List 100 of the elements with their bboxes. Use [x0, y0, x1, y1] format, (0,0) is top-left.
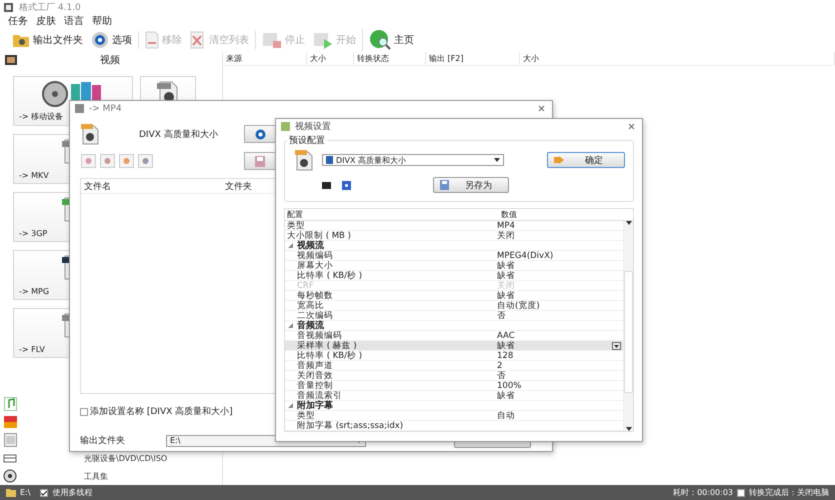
close-icon — [628, 123, 635, 130]
toolbar-button[interactable]: 选项 — [89, 31, 134, 49]
checkbox[interactable] — [80, 408, 88, 416]
menu-item[interactable]: 皮肤 — [36, 14, 56, 28]
column-header[interactable]: 来源 — [223, 52, 307, 65]
property-name: 视频编码 — [296, 250, 334, 260]
property-row[interactable]: 宽高比 自动(宽度) — [285, 301, 623, 311]
property-name: 类型 — [296, 410, 315, 420]
property-row[interactable]: 视频流 — [285, 241, 623, 251]
app-icon — [4, 2, 13, 12]
film-reel-icon — [3, 469, 17, 483]
property-value: 缺省 — [497, 340, 515, 350]
music-note-icon — [4, 397, 16, 411]
property-row[interactable]: 附加字幕 (srt;ass;ssa;idx) — [285, 421, 623, 431]
checkbox-label: 使用多线程 — [52, 487, 92, 498]
toolbar-button[interactable]: 主页 — [367, 29, 416, 51]
elapsed-time: 耗时：00:00:03 — [673, 487, 733, 498]
caret-icon — [626, 427, 632, 431]
property-value: 2 — [497, 360, 502, 370]
tile-label: -> MKV — [19, 171, 49, 180]
small-tool-icon[interactable] — [100, 154, 115, 168]
column-header[interactable]: 大小 — [307, 52, 354, 65]
property-name: 采样率 ( 赫兹 ) — [296, 340, 358, 350]
dialog-title: 视频设置 — [295, 120, 331, 133]
image-icon — [4, 415, 16, 429]
category-label[interactable]: 光驱设备\DVD\CD\ISO — [84, 452, 168, 464]
property-row[interactable]: 比特率 ( KB/秒 ) 缺省 — [285, 271, 623, 281]
property-name: 音视频编码 — [296, 330, 343, 340]
small-tool-icon[interactable] — [81, 154, 96, 168]
category-label[interactable]: 工具集 — [84, 470, 108, 482]
caret-icon — [494, 158, 500, 162]
property-row[interactable]: 类型 MP4 — [285, 221, 623, 231]
property-name: 视频流 — [297, 240, 325, 250]
scrollbar[interactable] — [623, 221, 633, 431]
preset-name: DIVX 高质量和大小 — [139, 128, 219, 140]
close-button[interactable] — [536, 105, 547, 112]
preset-dropdown[interactable]: DIVX 高质量和大小 — [322, 154, 504, 166]
small-tool-icon[interactable] — [138, 154, 153, 168]
close-icon — [538, 105, 545, 112]
tile-label: -> MPG — [19, 287, 50, 296]
document-icon — [4, 433, 16, 447]
property-name: 音频流 — [297, 320, 325, 330]
checkbox[interactable] — [40, 488, 48, 496]
field-label: 输出文件夹 — [80, 434, 126, 447]
expand-arrow-icon[interactable] — [288, 403, 293, 408]
options-button[interactable] — [244, 125, 276, 143]
property-name: 音频声道 — [296, 360, 334, 370]
property-row[interactable]: 比特率 ( KB/秒 ) 128 — [285, 351, 623, 361]
property-row[interactable]: 附加字幕 — [285, 401, 623, 411]
ok-button[interactable]: 确定 — [547, 152, 625, 168]
checkbox-label: 添加设置名称 [DIVX 高质量和大小] — [90, 406, 233, 418]
help-icon[interactable] — [342, 180, 351, 190]
property-row[interactable]: 关闭音效 否 — [285, 371, 623, 381]
menu-item[interactable]: 语言 — [64, 14, 84, 28]
column-header: 配置 — [286, 209, 304, 220]
column-header[interactable]: 文件名 — [81, 179, 222, 193]
property-name: CRF — [296, 280, 315, 290]
toolbar-button[interactable]: 输出文件夹 — [10, 32, 85, 48]
property-row[interactable]: 音频流索引 缺省 — [285, 391, 623, 401]
menu-item[interactable]: 任务 — [8, 14, 28, 28]
property-row[interactable]: 音量控制 100% — [285, 381, 623, 391]
close-button[interactable] — [626, 123, 637, 130]
disc-drive-icon — [3, 452, 17, 464]
small-tool-icon[interactable] — [119, 154, 134, 168]
property-row[interactable]: 音频声道 2 — [285, 361, 623, 371]
property-row[interactable]: 每秒帧数 缺省 — [285, 291, 623, 301]
property-name: 宽高比 — [296, 300, 324, 310]
property-name: 关闭音效 — [296, 370, 334, 380]
property-value: 关闭 — [497, 230, 515, 240]
save-button[interactable] — [244, 152, 276, 170]
checkbox[interactable] — [737, 488, 745, 496]
expand-arrow-icon[interactable] — [288, 323, 293, 328]
property-name: 附加字幕 (srt;ass;ssa;idx) — [296, 420, 404, 430]
column-header[interactable]: 转换状态 — [354, 52, 426, 65]
property-row[interactable]: 视频编码 MPEG4(DivX) — [285, 251, 623, 261]
property-row[interactable]: 二次编码 否 — [285, 311, 623, 321]
property-value: 缺省 — [497, 390, 515, 400]
gear-icon — [91, 31, 109, 49]
window-title: 格式工厂 4.1.0 — [19, 2, 81, 14]
property-row[interactable]: 类型 自动 — [285, 411, 623, 421]
save-as-button[interactable]: 另存为 — [433, 177, 509, 193]
dropdown-icon[interactable] — [612, 342, 621, 350]
property-row[interactable]: 屏幕大小 缺省 — [285, 261, 623, 271]
column-header[interactable]: 输出 [F2] — [426, 52, 520, 65]
property-name: 大小限制 ( MB ) — [286, 230, 352, 240]
property-row[interactable]: 采样率 ( 赫兹 ) 缺省 — [285, 341, 623, 351]
close-icon — [190, 31, 206, 49]
arrow-icon — [554, 156, 564, 164]
property-value: MP4 — [497, 220, 515, 230]
property-name: 屏幕大小 — [296, 260, 334, 270]
menu-item[interactable]: 帮助 — [92, 14, 112, 28]
property-value: 自动 — [497, 410, 515, 420]
expand-arrow-icon[interactable] — [288, 243, 293, 248]
app-icon — [75, 104, 84, 113]
column-header[interactable]: 大小 — [520, 52, 835, 65]
property-row[interactable]: 大小限制 ( MB ) 关闭 — [285, 231, 623, 241]
tile-label: -> 移动设备 — [19, 111, 64, 122]
document-icon — [145, 31, 159, 49]
property-row[interactable]: 音频流 — [285, 321, 623, 331]
property-name: 比特率 ( KB/秒 ) — [296, 350, 364, 360]
